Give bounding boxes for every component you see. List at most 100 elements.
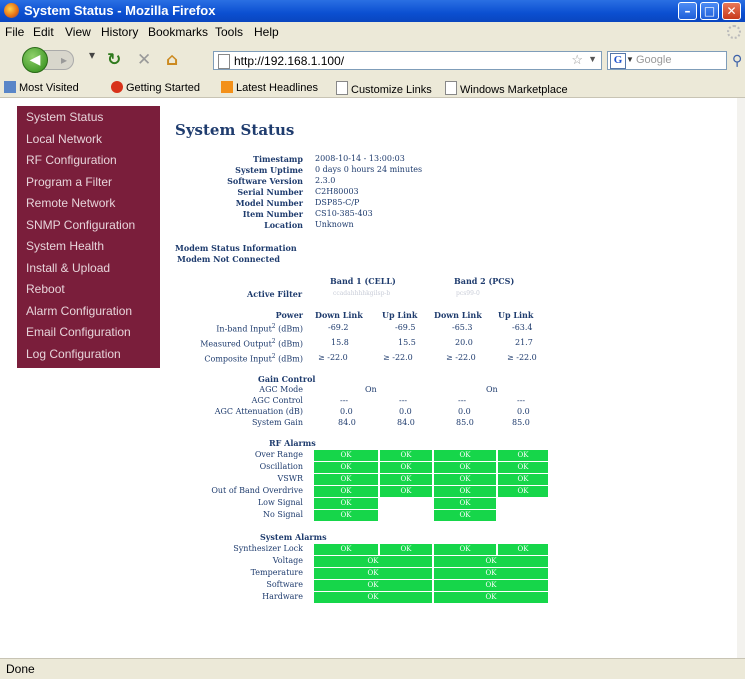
history-dropdown-icon[interactable]: ▾ bbox=[89, 48, 95, 62]
info-value: DSP85-C/P bbox=[315, 198, 360, 207]
menu-view[interactable]: View bbox=[65, 25, 91, 39]
system-alarm-label: Software bbox=[266, 580, 303, 589]
page-icon bbox=[336, 81, 348, 95]
google-icon[interactable]: G bbox=[610, 53, 626, 69]
sidebar-item-alarm-configuration[interactable]: Alarm Configuration bbox=[26, 304, 132, 318]
rf-alarm-status: OK bbox=[314, 450, 378, 461]
status-bar: Done bbox=[0, 658, 745, 679]
power-value: -63.4 bbox=[512, 323, 533, 332]
search-box[interactable]: G ▼ Google bbox=[607, 51, 727, 70]
power-value: -69.5 bbox=[395, 323, 416, 332]
rf-alarm-status: OK bbox=[380, 450, 432, 461]
info-label: Item Number bbox=[242, 209, 303, 219]
bookmark-windows-marketplace[interactable]: Windows Marketplace bbox=[445, 81, 568, 96]
system-alarm-status: OK bbox=[314, 568, 432, 579]
close-button[interactable]: ✕ bbox=[722, 2, 741, 20]
rf-alarm-status: OK bbox=[498, 462, 548, 473]
info-label: Software Version bbox=[227, 176, 303, 186]
active-filter-band2: pcs99-0 bbox=[456, 290, 480, 297]
bookmark-most-visited[interactable]: Most Visited bbox=[4, 81, 79, 94]
bookmark-customize-links[interactable]: Customize Links bbox=[336, 81, 432, 96]
menu-file[interactable]: File bbox=[5, 25, 24, 39]
sidebar-item-log-configuration[interactable]: Log Configuration bbox=[26, 347, 121, 361]
search-engine-dropdown-icon[interactable]: ▼ bbox=[626, 55, 634, 64]
sidebar-item-remote-network[interactable]: Remote Network bbox=[26, 196, 115, 210]
bookmark-folder-icon bbox=[4, 81, 16, 93]
menu-edit[interactable]: Edit bbox=[33, 25, 54, 39]
rss-icon bbox=[221, 81, 233, 93]
back-button[interactable]: ◀ bbox=[22, 47, 48, 73]
url-text[interactable]: http://192.168.1.100/ bbox=[234, 54, 344, 68]
system-alarm-status: OK bbox=[434, 592, 548, 603]
menu-help[interactable]: Help bbox=[254, 25, 279, 39]
minimize-button[interactable]: – bbox=[678, 2, 697, 20]
stop-icon[interactable]: ✕ bbox=[137, 50, 151, 70]
reload-icon[interactable]: ↻ bbox=[107, 50, 121, 70]
sidebar-item-install-upload[interactable]: Install & Upload bbox=[26, 261, 110, 275]
sidebar-item-reboot[interactable]: Reboot bbox=[26, 282, 65, 296]
info-label: Serial Number bbox=[237, 187, 303, 197]
gain-control-heading: Gain Control bbox=[258, 374, 316, 384]
power-value: ≥ -22.0 bbox=[446, 353, 476, 362]
rf-alarm-status: OK bbox=[498, 474, 548, 485]
system-alarm-status: OK bbox=[434, 544, 496, 555]
system-alarm-status: OK bbox=[314, 544, 378, 555]
system-alarm-label: Synthesizer Lock bbox=[233, 544, 303, 553]
url-dropdown-icon[interactable]: ▼ bbox=[588, 54, 597, 64]
maximize-button[interactable]: □ bbox=[700, 2, 719, 20]
home-icon[interactable]: ⌂ bbox=[166, 50, 178, 70]
power-value: ≥ -22.0 bbox=[383, 353, 413, 362]
power-value: -69.2 bbox=[328, 323, 349, 332]
info-value: Unknown bbox=[315, 220, 354, 229]
info-label: System Uptime bbox=[235, 165, 303, 175]
system-alarm-label: Voltage bbox=[272, 556, 303, 565]
search-icon[interactable]: ⚲ bbox=[732, 53, 742, 69]
bookmark-label: Customize Links bbox=[351, 84, 432, 96]
info-label: Location bbox=[264, 220, 303, 230]
rf-alarm-status: OK bbox=[434, 474, 496, 485]
active-filter-band1: ccadahhhhkgilsp-b bbox=[333, 290, 391, 297]
sidebar-item-program-a-filter[interactable]: Program a Filter bbox=[26, 175, 112, 189]
rf-alarm-status: OK bbox=[434, 462, 496, 473]
forward-button[interactable]: ▸ bbox=[44, 50, 74, 70]
bookmark-star-icon[interactable]: ☆ bbox=[571, 52, 583, 68]
bookmark-latest-headlines[interactable]: Latest Headlines bbox=[221, 81, 318, 94]
gain-value: 0.0 bbox=[399, 407, 412, 416]
menu-bookmarks[interactable]: Bookmarks bbox=[148, 25, 208, 39]
bookmark-label: Getting Started bbox=[126, 82, 200, 94]
sidebar-item-system-status[interactable]: System Status bbox=[26, 110, 103, 124]
bookmark-label: Most Visited bbox=[19, 82, 79, 94]
sidebar-item-snmp-configuration[interactable]: SNMP Configuration bbox=[26, 218, 135, 232]
page-title: System Status bbox=[175, 121, 295, 139]
gain-value: 0.0 bbox=[458, 407, 471, 416]
url-bar[interactable]: http://192.168.1.100/ ☆ ▼ bbox=[213, 51, 602, 70]
throbber-icon bbox=[727, 25, 741, 39]
page-icon bbox=[445, 81, 457, 95]
power-value: -65.3 bbox=[452, 323, 473, 332]
rf-alarm-status: OK bbox=[380, 486, 432, 497]
search-placeholder[interactable]: Google bbox=[636, 54, 671, 66]
power-row-label: Composite Input2 (dBm) bbox=[204, 353, 303, 364]
sidebar-item-local-network[interactable]: Local Network bbox=[26, 132, 102, 146]
rf-alarm-status: OK bbox=[434, 498, 496, 509]
sidebar-item-rf-configuration[interactable]: RF Configuration bbox=[26, 153, 117, 167]
sidebar-item-email-configuration[interactable]: Email Configuration bbox=[26, 325, 131, 339]
sidebar-item-system-health[interactable]: System Health bbox=[26, 239, 104, 253]
power-row-label: Measured Output2 (dBm) bbox=[200, 338, 303, 349]
gain-row-label: System Gain bbox=[251, 418, 303, 427]
firefox-icon bbox=[4, 3, 19, 18]
info-label: Model Number bbox=[235, 198, 303, 208]
rf-alarm-status: OK bbox=[498, 486, 548, 497]
system-alarm-label: Temperature bbox=[250, 568, 303, 577]
agc-mode-band1: On bbox=[365, 385, 377, 394]
system-alarm-status: OK bbox=[380, 544, 432, 555]
system-alarm-status: OK bbox=[434, 556, 548, 567]
bookmark-getting-started[interactable]: Getting Started bbox=[111, 81, 200, 94]
gain-value: 84.0 bbox=[338, 418, 356, 427]
menu-tools[interactable]: Tools bbox=[215, 25, 243, 39]
menu-history[interactable]: History bbox=[101, 25, 138, 39]
vertical-scrollbar[interactable] bbox=[737, 98, 745, 658]
gain-value: --- bbox=[517, 396, 526, 405]
gain-value: --- bbox=[458, 396, 467, 405]
active-filter-label: Active Filter bbox=[247, 289, 303, 299]
